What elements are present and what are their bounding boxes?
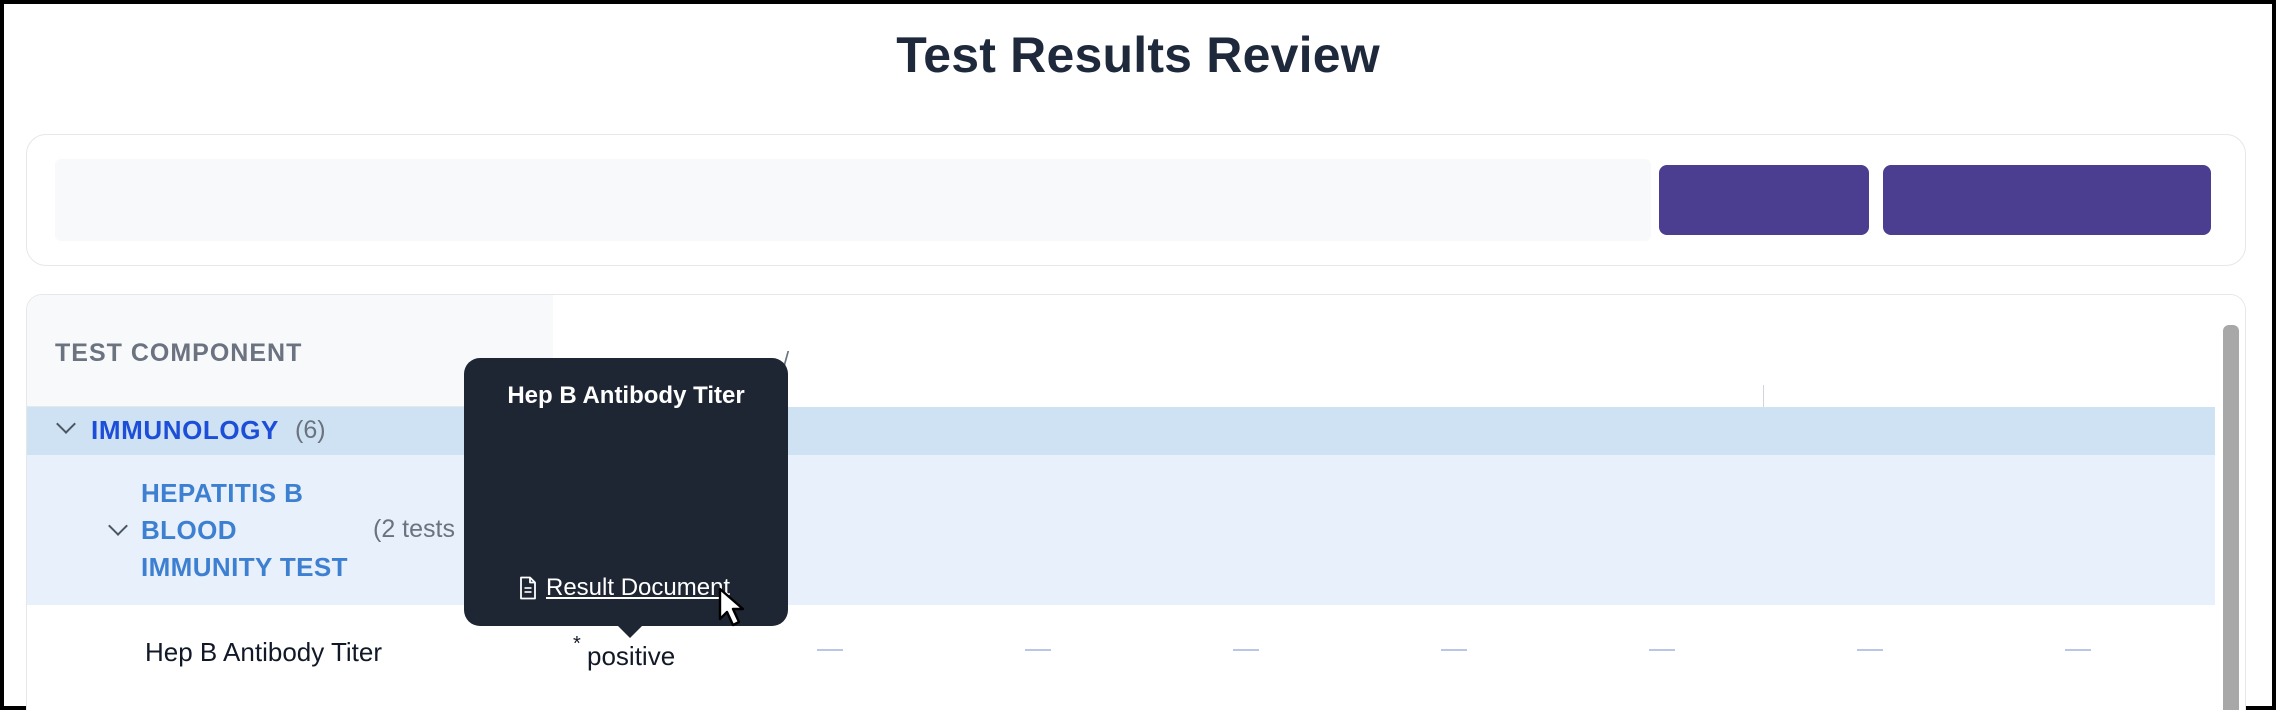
subgroup-label: HEPATITIS B BLOOD IMMUNITY TEST [141, 478, 348, 582]
empty-cell [817, 649, 843, 651]
page-title: Test Results Review [896, 27, 1380, 83]
group-row-immunology[interactable]: IMMUNOLOGY (6) [27, 407, 2215, 455]
toolbar-card [26, 134, 2246, 266]
empty-cell [1233, 649, 1259, 651]
search-input[interactable] [55, 159, 1651, 241]
chevron-down-icon[interactable] [108, 516, 128, 536]
result-document-link[interactable]: Result Document [546, 574, 730, 602]
group-label: IMMUNOLOGY [91, 415, 279, 445]
empty-cell [1025, 649, 1051, 651]
table-header-dates [553, 295, 2215, 407]
toolbar-secondary-button[interactable] [1883, 165, 2211, 235]
tooltip-arrow [614, 622, 646, 638]
subgroup-row-hepatitis-b[interactable]: HEPATITIS B BLOOD IMMUNITY TEST (2 tests [27, 455, 2215, 605]
toolbar-primary-button[interactable] [1659, 165, 1869, 235]
empty-cell [2065, 649, 2091, 651]
abnormal-flag: * [573, 633, 581, 655]
results-table: TEST COMPONENT / IMMUNOLOGY (6) HEPATITI… [26, 294, 2246, 710]
table-header: TEST COMPONENT / [27, 295, 2215, 407]
pointer-cursor-icon [716, 586, 756, 635]
empty-cell [1649, 649, 1675, 651]
empty-cell [1857, 649, 1883, 651]
column-header-test-component: TEST COMPONENT [55, 339, 303, 367]
document-icon [518, 576, 538, 605]
empty-cell [1441, 649, 1467, 651]
test-name: Hep B Antibody Titer [145, 637, 383, 667]
column-divider [1763, 385, 1764, 407]
scrollbar-thumb[interactable] [2223, 325, 2239, 710]
chevron-down-icon[interactable] [56, 414, 76, 434]
result-value[interactable]: positive [587, 641, 675, 672]
group-count: (6) [295, 416, 326, 444]
table-row[interactable]: Hep B Antibody Titer * positive [27, 605, 2215, 710]
tooltip-title: Hep B Antibody Titer [507, 382, 745, 409]
subgroup-count: (2 tests [373, 515, 455, 543]
